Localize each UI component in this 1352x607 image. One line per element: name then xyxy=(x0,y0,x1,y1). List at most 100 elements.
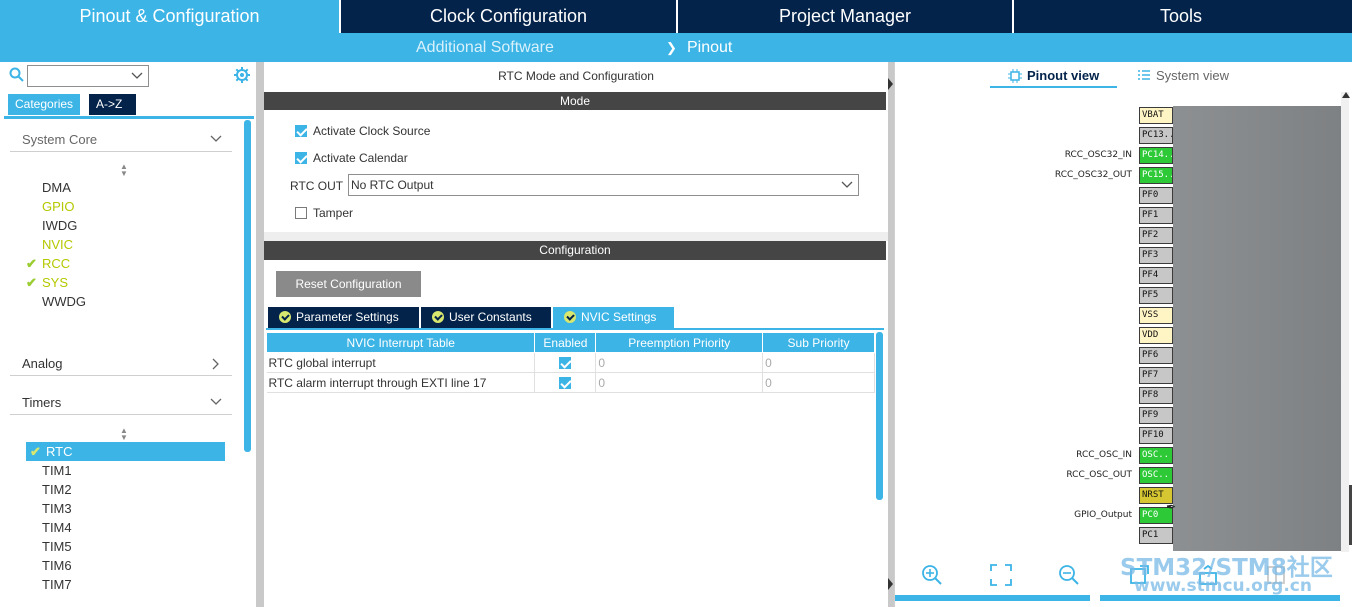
tab-nvic-settings[interactable]: NVIC Settings xyxy=(553,307,674,328)
tab-parameter-settings[interactable]: Parameter Settings xyxy=(268,307,419,328)
list-item-wwdg[interactable]: WWDG xyxy=(22,292,222,311)
tab-system-view[interactable]: System view xyxy=(1137,66,1247,88)
sort-icon[interactable]: ▲ ▼ xyxy=(120,163,128,178)
pin-pf10[interactable]: PF10 xyxy=(1139,427,1173,444)
chevron-down-icon xyxy=(210,398,222,405)
pin-pf4[interactable]: PF4 xyxy=(1139,267,1173,284)
zoom-in-icon[interactable] xyxy=(920,563,944,587)
enabled-cell[interactable] xyxy=(534,372,597,393)
enabled-cell[interactable] xyxy=(534,352,597,373)
tamper-checkbox[interactable]: Tamper xyxy=(295,204,353,222)
col-enabled[interactable]: Enabled xyxy=(534,332,597,353)
preemption-cell[interactable]: 0 xyxy=(595,352,764,373)
tab-pinout-configuration[interactable]: Pinout & Configuration xyxy=(0,0,341,33)
chip-icon xyxy=(1008,69,1022,83)
pin-pf1[interactable]: PF1 xyxy=(1139,207,1173,224)
pin-pf9[interactable]: PF9 xyxy=(1139,407,1173,424)
pin-pc13[interactable]: PC13.. xyxy=(1139,127,1173,144)
list-item-iwdg[interactable]: IWDG xyxy=(22,216,222,235)
list-item-tim2[interactable]: TIM2 xyxy=(22,480,222,499)
system-core-section[interactable]: System Core xyxy=(10,128,232,152)
list-item-nvic[interactable]: NVIC xyxy=(22,235,222,254)
splitter[interactable] xyxy=(258,62,264,607)
check-icon: ✔ xyxy=(26,275,37,290)
additional-software-menu[interactable]: Additional Software xyxy=(416,33,554,62)
pin-pf6[interactable]: PF6 xyxy=(1139,347,1173,364)
pin-osc-in[interactable]: OSC.. xyxy=(1139,447,1173,464)
pin-pf5[interactable]: PF5 xyxy=(1139,287,1173,304)
pin-pf3[interactable]: PF3 xyxy=(1139,247,1173,264)
chevron-down-icon xyxy=(841,181,853,188)
pinout-menu[interactable]: ❯ xyxy=(666,33,677,62)
gear-icon[interactable] xyxy=(233,66,251,84)
rtc-out-select[interactable]: No RTC Output xyxy=(348,174,859,196)
pin-pf0[interactable]: PF0 xyxy=(1139,187,1173,204)
col-sub-priority[interactable]: Sub Priority xyxy=(762,332,875,353)
pin-pf7[interactable]: PF7 xyxy=(1139,367,1173,384)
list-item-tim1[interactable]: TIM1 xyxy=(22,461,222,480)
pin-pc1[interactable]: PC1 xyxy=(1139,527,1173,544)
right-scrollbar-track[interactable] xyxy=(1341,92,1349,552)
pin-pc15[interactable]: PC15.. xyxy=(1139,167,1173,184)
horizontal-scrollbar[interactable] xyxy=(895,595,1090,601)
activate-clock-source-checkbox[interactable]: Activate Clock Source xyxy=(295,122,430,140)
pin-label-osc-in: RCC_OSC_IN xyxy=(1076,450,1132,460)
activate-calendar-checkbox[interactable]: Activate Calendar xyxy=(295,149,408,167)
tab-pinout-view[interactable]: Pinout view xyxy=(990,66,1117,88)
pin-vss[interactable]: VSS xyxy=(1139,307,1173,324)
list-item-tim7[interactable]: TIM7 xyxy=(22,575,222,594)
tab-project-manager[interactable]: Project Manager xyxy=(678,0,1014,33)
col-nvic-interrupt[interactable]: NVIC Interrupt Table xyxy=(265,332,536,353)
mode-header: Mode xyxy=(264,92,886,110)
table-scrollbar[interactable] xyxy=(876,332,883,500)
search-input[interactable] xyxy=(27,65,149,87)
list-item-tim6[interactable]: TIM6 xyxy=(22,556,222,575)
sub-priority-cell[interactable]: 0 xyxy=(762,372,875,393)
pin-osc-out[interactable]: OSC.. xyxy=(1139,467,1173,484)
checkbox-checked-icon[interactable] xyxy=(559,356,572,369)
pin-vbat[interactable]: VBAT xyxy=(1139,107,1173,124)
list-item-rcc[interactable]: ✔ RCC xyxy=(22,254,222,273)
pin-pf2[interactable]: PF2 xyxy=(1139,227,1173,244)
analog-label: Analog xyxy=(22,356,63,371)
a-z-tab[interactable]: A->Z xyxy=(89,94,136,115)
checkbox-checked-icon[interactable] xyxy=(559,376,572,389)
scroll-up-icon[interactable] xyxy=(1342,92,1350,98)
rtc-out-value: No RTC Output xyxy=(351,178,434,192)
list-item-rtc[interactable]: ✔ RTC xyxy=(26,442,225,461)
rtc-out-label: RTC OUT xyxy=(290,179,344,193)
timers-label: Timers xyxy=(22,395,62,410)
search-icon[interactable] xyxy=(9,67,25,83)
divider xyxy=(264,232,888,241)
list-item-sys[interactable]: ✔ SYS xyxy=(22,273,222,292)
tab-user-constants[interactable]: User Constants xyxy=(421,307,551,328)
categories-tab[interactable]: Categories xyxy=(8,94,81,115)
timers-section[interactable]: Timers xyxy=(10,391,232,415)
fit-screen-icon[interactable] xyxy=(989,563,1013,587)
list-item-tim4[interactable]: TIM4 xyxy=(22,518,222,537)
list-item-dma[interactable]: DMA xyxy=(22,178,222,197)
sort-icon[interactable]: ▲ ▼ xyxy=(120,427,128,442)
preemption-cell[interactable]: 0 xyxy=(595,372,764,393)
col-preemption[interactable]: Preemption Priority xyxy=(595,332,764,353)
checkbox-checked-icon xyxy=(295,152,307,164)
collapse-arrow-icon[interactable] xyxy=(888,578,893,590)
check-icon: ✔ xyxy=(30,444,41,459)
left-scrollbar[interactable] xyxy=(244,120,251,452)
list-item-tim5[interactable]: TIM5 xyxy=(22,537,222,556)
table-row[interactable]: RTC alarm interrupt through EXTI line 17… xyxy=(266,372,875,393)
collapse-arrow-icon[interactable] xyxy=(888,78,893,90)
zoom-out-icon[interactable] xyxy=(1057,563,1081,587)
list-item-tim3[interactable]: TIM3 xyxy=(22,499,222,518)
pinout-menu-label[interactable]: Pinout xyxy=(687,33,732,62)
table-row[interactable]: RTC global interrupt 0 0 xyxy=(266,352,875,373)
pin-vdd[interactable]: VDD xyxy=(1139,327,1173,344)
tab-clock-configuration[interactable]: Clock Configuration xyxy=(341,0,678,33)
sub-priority-cell[interactable]: 0 xyxy=(762,352,875,373)
analog-section[interactable]: Analog xyxy=(10,352,232,376)
tab-tools[interactable]: Tools xyxy=(1014,0,1348,33)
list-item-gpio[interactable]: GPIO xyxy=(22,197,222,216)
pin-pf8[interactable]: PF8 xyxy=(1139,387,1173,404)
pin-pc14[interactable]: PC14.. xyxy=(1139,147,1173,164)
reset-configuration-button[interactable]: Reset Configuration xyxy=(276,271,421,297)
